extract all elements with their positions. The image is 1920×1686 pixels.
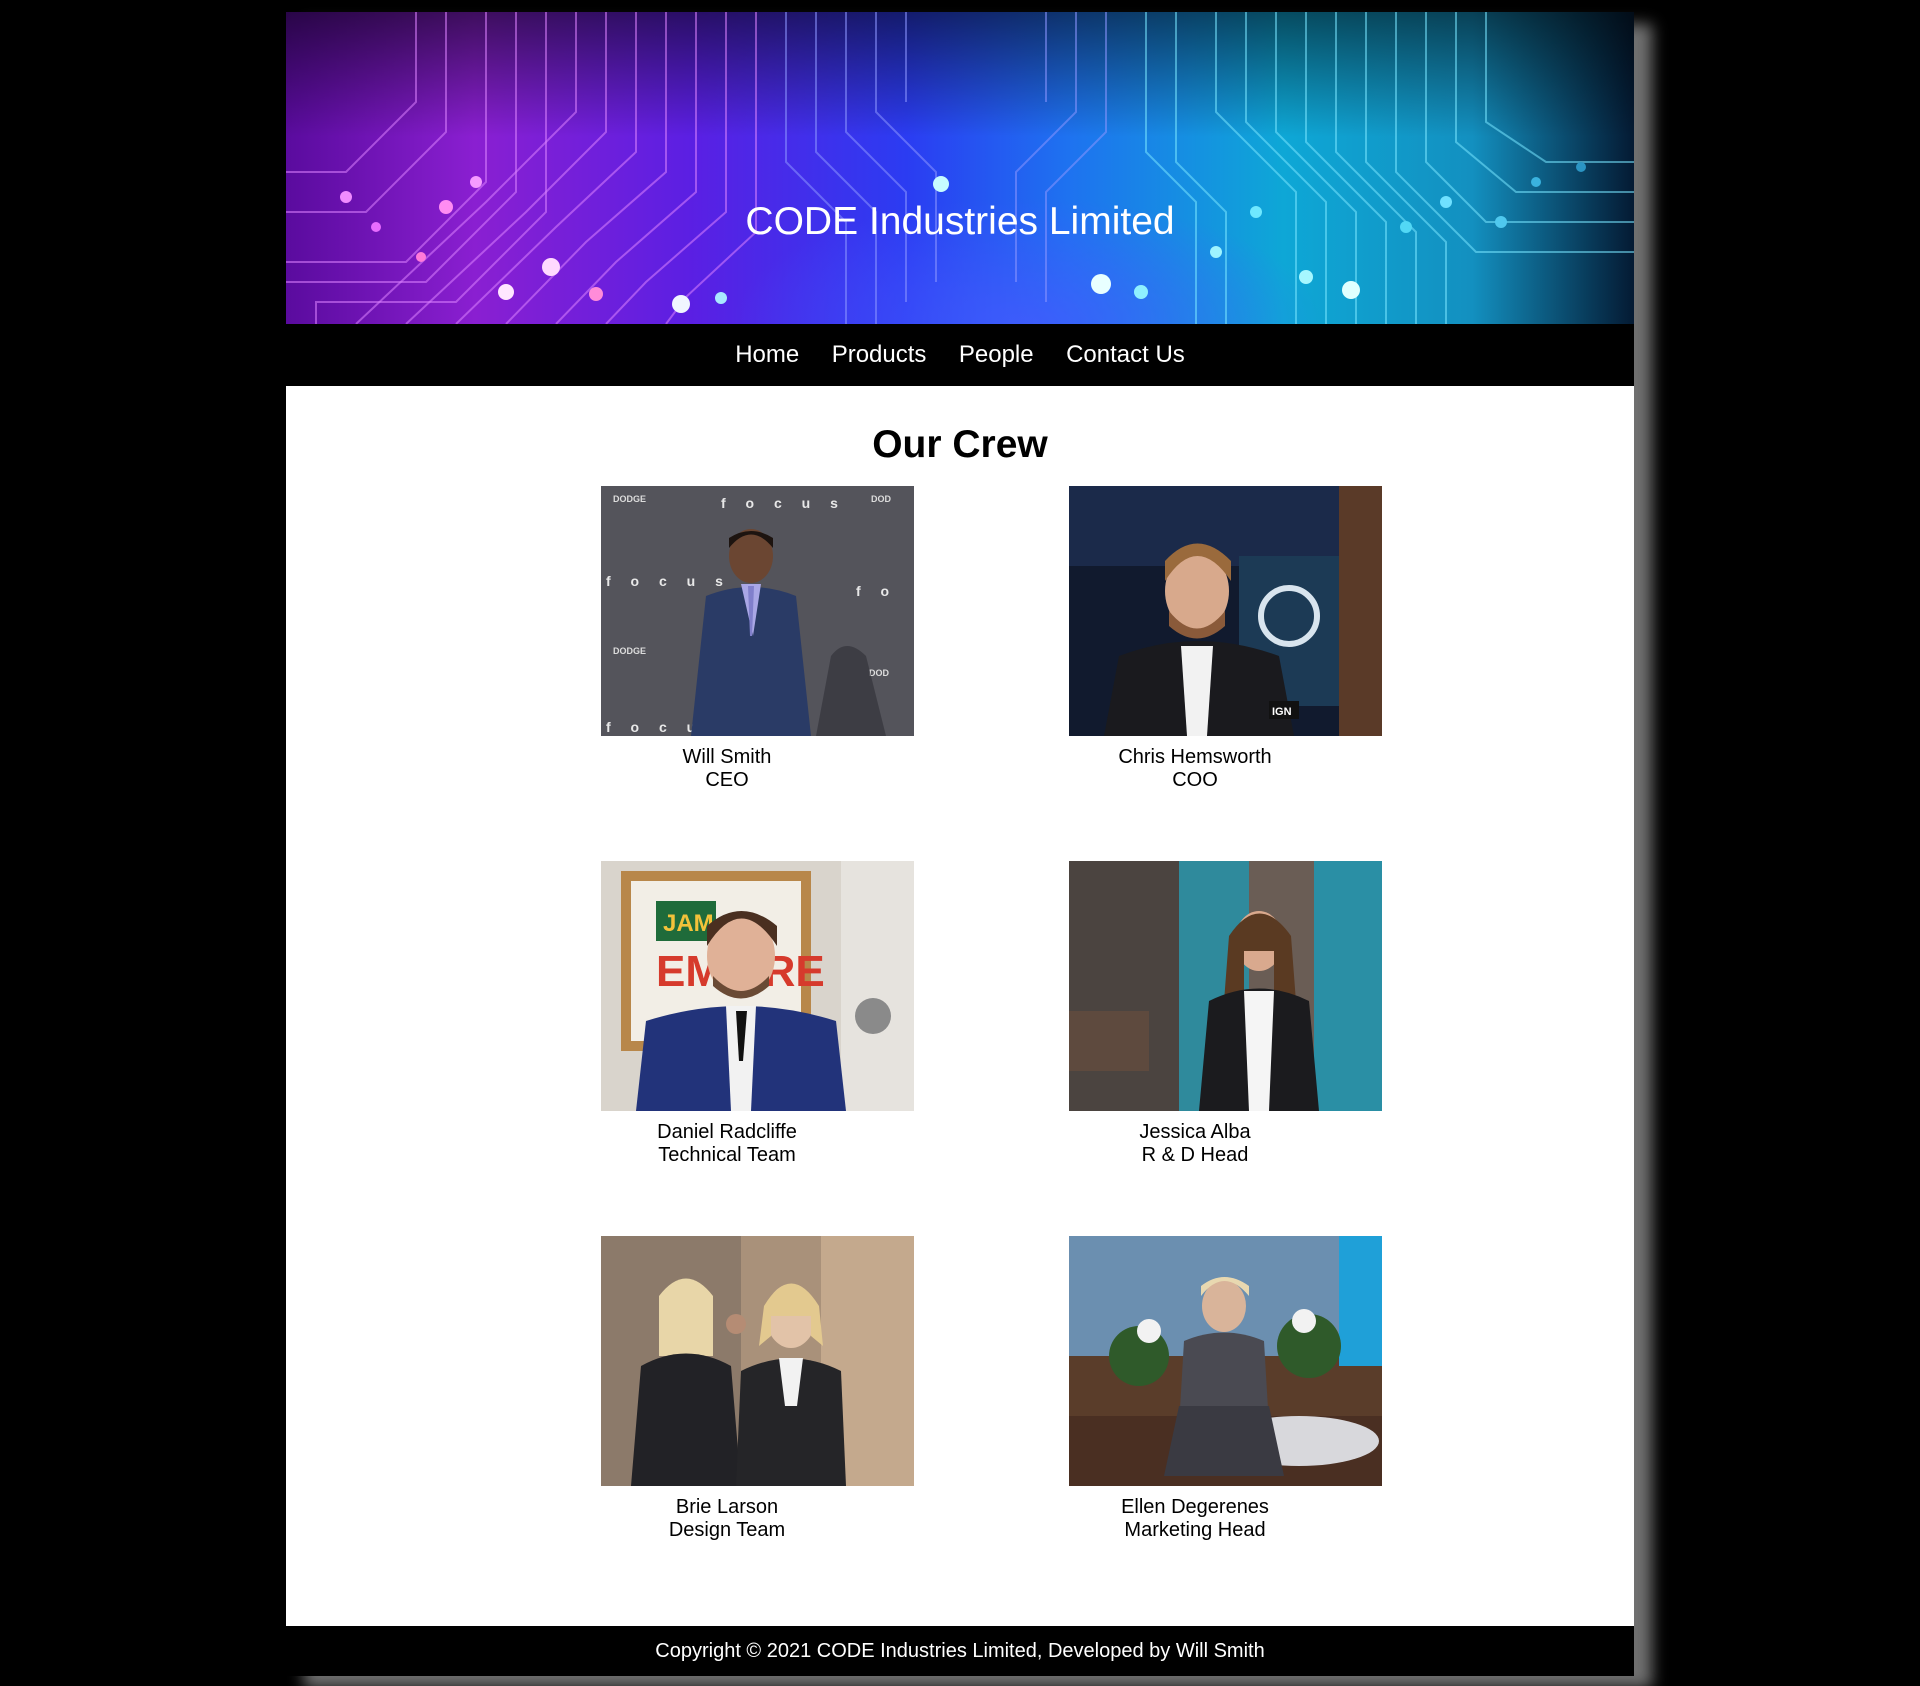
crew-name: Brie Larson: [675, 1496, 779, 1518]
nav-item-people[interactable]: People: [959, 324, 1034, 386]
header-banner: CODE Industries Limited: [286, 12, 1634, 324]
crew-name: Daniel Radcliffe: [657, 1121, 797, 1143]
page-wrapper: CODE Industries Limited Home Products Pe…: [286, 12, 1634, 1676]
svg-text:f o c u: f o c u: [606, 719, 703, 735]
daniel-radcliffe-photo[interactable]: EMPIRE JAM: [601, 861, 914, 1111]
svg-text:DODGE: DODGE: [613, 494, 646, 504]
crew-role: Technical Team: [658, 1144, 796, 1166]
crew-caption: Jessica Alba R & D Head: [1069, 1121, 1321, 1167]
svg-text:DOD: DOD: [869, 668, 890, 678]
crew-name: Jessica Alba: [1139, 1121, 1251, 1143]
svg-text:f o: f o: [856, 583, 897, 599]
brie-larson-photo[interactable]: [601, 1236, 914, 1486]
crew-role: CEO: [705, 769, 749, 791]
circuit-board-graphic: [286, 12, 1634, 324]
nav-item-home[interactable]: Home: [735, 324, 799, 386]
crew-caption: Ellen Degerenes Marketing Head: [1069, 1496, 1321, 1542]
footer: Copyright © 2021 CODE Industries Limited…: [286, 1626, 1634, 1676]
svg-text:f o c u s: f o c u s: [606, 573, 731, 589]
main-nav: Home Products People Contact Us: [286, 324, 1634, 386]
main-content: Our Crew f o c u s f o c u s f o f o c u…: [286, 386, 1634, 1626]
crew-caption: Brie Larson Design Team: [601, 1496, 853, 1542]
crew-caption: Will Smith CEO: [601, 746, 853, 792]
svg-text:f o c u s: f o c u s: [721, 495, 846, 511]
nav-item-products[interactable]: Products: [832, 324, 927, 386]
ellen-degerenes-photo[interactable]: [1069, 1236, 1382, 1486]
crew-name: Chris Hemsworth: [1118, 746, 1272, 768]
site-title: CODE Industries Limited: [745, 200, 1175, 243]
page-title: Our Crew: [872, 423, 1048, 466]
crew-caption: Daniel Radcliffe Technical Team: [601, 1121, 853, 1167]
svg-text:DOD: DOD: [871, 494, 892, 504]
will-smith-photo[interactable]: f o c u s f o c u s f o f o c u DODGE DO…: [601, 486, 914, 736]
svg-text:IGN: IGN: [1272, 706, 1292, 718]
svg-text:JAM: JAM: [663, 910, 714, 937]
svg-text:DODGE: DODGE: [613, 646, 646, 656]
crew-caption: Chris Hemsworth COO: [1069, 746, 1321, 792]
crew-name: Will Smith: [682, 746, 772, 768]
crew-role: COO: [1172, 769, 1218, 791]
crew-role: Design Team: [668, 1519, 786, 1541]
crew-role: R & D Head: [1141, 1144, 1249, 1166]
crew-name: Ellen Degerenes: [1121, 1496, 1269, 1518]
nav-item-contact-us[interactable]: Contact Us: [1066, 324, 1185, 386]
chris-hemsworth-photo[interactable]: IGN: [1069, 486, 1382, 736]
jessica-alba-photo[interactable]: [1069, 861, 1382, 1111]
crew-role: Marketing Head: [1124, 1519, 1266, 1541]
